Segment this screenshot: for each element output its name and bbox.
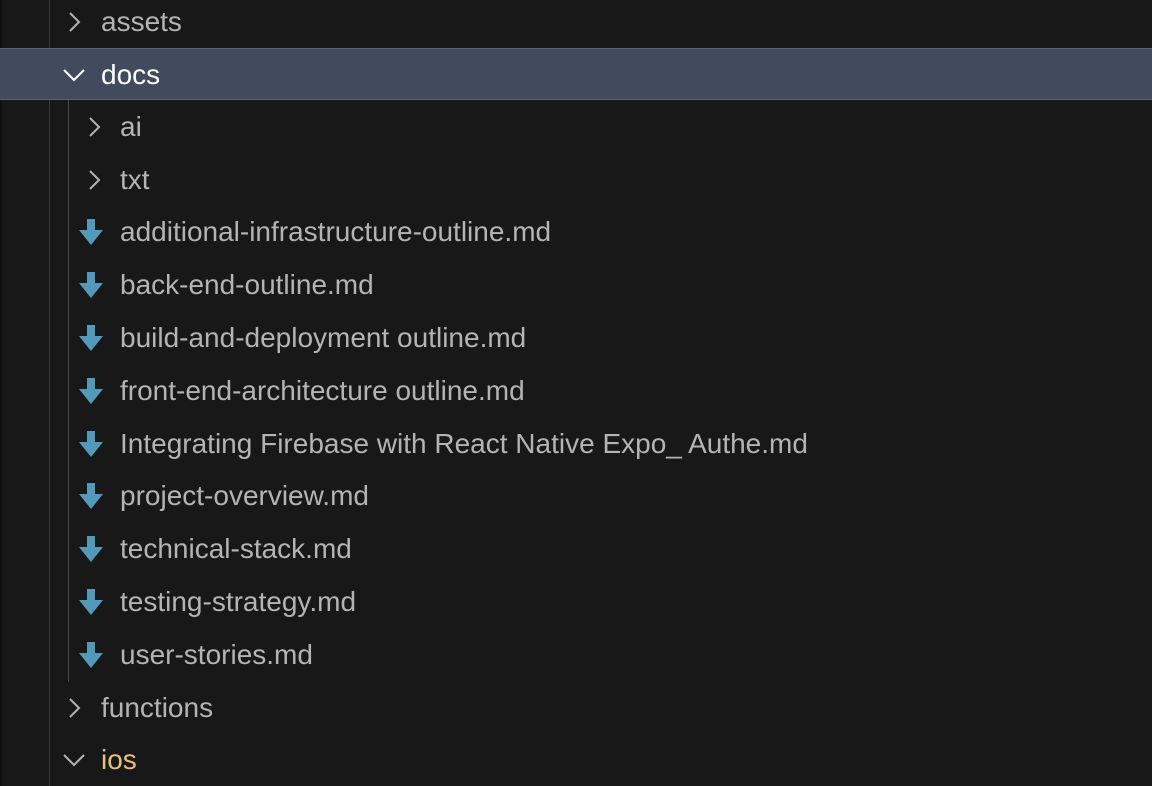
tree-item-label: Integrating Firebase with React Native E… (120, 428, 808, 459)
tree-file[interactable]: project-overview.md (0, 470, 1152, 522)
tree-folder-ios[interactable]: ios (0, 734, 1152, 786)
tree-item-label: back-end-outline.md (120, 269, 374, 300)
tree-file[interactable]: technical-stack.md (0, 523, 1152, 575)
tree-folder-assets[interactable]: assets (0, 0, 1152, 48)
tree-folder-functions[interactable]: functions (0, 682, 1152, 734)
tree-item-label: ai (120, 111, 142, 142)
tree-file[interactable]: back-end-outline.md (0, 259, 1152, 311)
tree-item-label: assets (101, 6, 182, 37)
markdown-download-arrow-icon (77, 259, 105, 311)
tree-folder-txt[interactable]: txt (0, 154, 1152, 206)
tree-item-label: build-and-deployment outline.md (120, 322, 527, 353)
tree-file[interactable]: Integrating Firebase with React Native E… (0, 418, 1152, 470)
chevron-right-icon (80, 154, 108, 206)
file-explorer-tree: assets docs ai txt additional-infrastruc… (0, 0, 1152, 786)
tree-item-label: technical-stack.md (120, 533, 352, 564)
tree-file[interactable]: additional-infrastructure-outline.md (0, 206, 1152, 258)
tree-folder-docs[interactable]: docs (0, 48, 1152, 100)
markdown-download-arrow-icon (77, 206, 105, 258)
tree-file[interactable]: build-and-deployment outline.md (0, 312, 1152, 364)
markdown-download-arrow-icon (77, 312, 105, 364)
tree-file[interactable]: testing-strategy.md (0, 576, 1152, 628)
tree-item-label: user-stories.md (120, 639, 313, 670)
tree-file[interactable]: user-stories.md (0, 629, 1152, 681)
tree-item-label: additional-infrastructure-outline.md (120, 216, 552, 247)
markdown-download-arrow-icon (77, 418, 105, 470)
chevron-right-icon (60, 682, 88, 734)
markdown-download-arrow-icon (77, 470, 105, 522)
tree-item-label: docs (101, 59, 161, 90)
markdown-download-arrow-icon (77, 629, 105, 681)
tree-item-label: front-end-architecture outline.md (120, 375, 525, 406)
tree-item-label: ios (101, 744, 137, 775)
chevron-right-icon (60, 0, 88, 48)
tree-item-label: testing-strategy.md (120, 586, 357, 617)
tree-file[interactable]: front-end-architecture outline.md (0, 365, 1152, 417)
markdown-download-arrow-icon (77, 576, 105, 628)
markdown-download-arrow-icon (77, 523, 105, 575)
tree-item-label: project-overview.md (120, 480, 369, 511)
tree-item-label: functions (101, 692, 214, 723)
markdown-download-arrow-icon (77, 365, 105, 417)
tree-folder-ai[interactable]: ai (0, 101, 1152, 153)
chevron-down-icon (60, 734, 88, 786)
chevron-right-icon (80, 101, 108, 153)
tree-item-label: txt (120, 164, 150, 195)
chevron-down-icon (60, 49, 88, 101)
